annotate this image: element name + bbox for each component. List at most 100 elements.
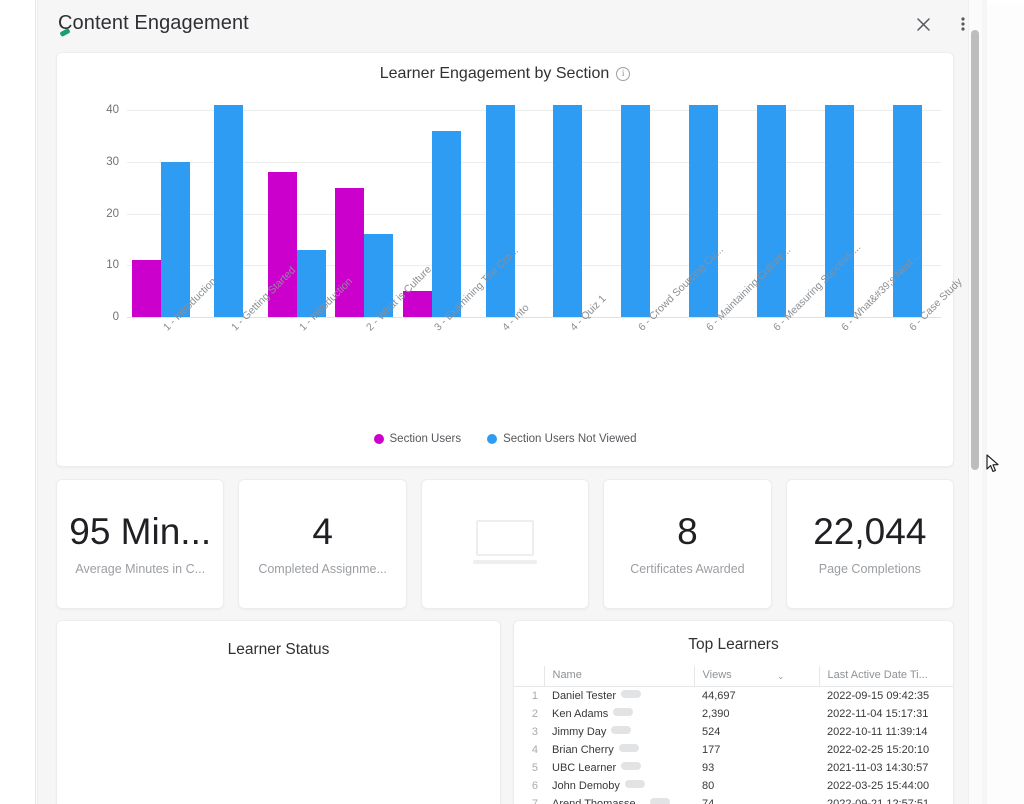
table-header-row: NameViews⌄Last Active Date Ti...	[514, 666, 953, 687]
learner-name: Jimmy Day	[544, 723, 694, 741]
legend-item[interactable]: Section Users	[374, 433, 462, 445]
bar-group	[534, 105, 602, 317]
learner-name: Ken Adams	[544, 705, 694, 723]
x-axis-label-cell: 1 - Getting Started	[195, 321, 263, 431]
x-axis-label-cell: 6 - Measuring Success ...	[737, 321, 805, 431]
last-active-date: 2022-02-25 15:20:10	[819, 741, 953, 759]
last-active-date: 2022-11-04 15:17:31	[819, 705, 953, 723]
kpi-card: 4Completed Assignme...	[238, 479, 406, 609]
x-axis-label-cell: 1 - Introduction	[127, 321, 195, 431]
laptop-icon	[473, 520, 537, 568]
chart-header: Learner Engagement by Section i	[57, 53, 953, 83]
x-axis-label-cell: 4 - Quiz 1	[534, 321, 602, 431]
last-active-date: 2022-10-11 11:39:14	[819, 723, 953, 741]
kpi-label: Certificates Awarded	[630, 562, 744, 576]
table-row[interactable]: 3Jimmy Day5242022-10-11 11:39:14	[514, 723, 953, 741]
views-count: 44,697	[694, 687, 819, 706]
kpi-card: 8 Certificates Awarded	[603, 479, 771, 609]
redacted-email-pill	[619, 744, 639, 752]
chart-title: Learner Engagement by Section	[380, 65, 609, 83]
x-axis-label-cell: 4 - Into	[466, 321, 534, 431]
bar[interactable]	[214, 105, 243, 317]
bar[interactable]	[161, 162, 190, 317]
redacted-email-pill	[613, 708, 633, 716]
kpi-card	[421, 479, 589, 609]
bar-group	[602, 105, 670, 317]
info-icon[interactable]: i	[616, 67, 630, 81]
table-row[interactable]: 7Arend Thomasse...742022-09-21 12:57:51	[514, 795, 953, 804]
redacted-email-pill	[625, 780, 645, 788]
legend-label: Section Users	[390, 433, 462, 445]
learner-name: John Demoby	[544, 777, 694, 795]
redacted-email-pill	[650, 798, 670, 804]
kpi-value: 8	[677, 512, 698, 553]
bar[interactable]	[621, 105, 650, 317]
header-actions	[909, 10, 977, 38]
scrollbar-thumb[interactable]	[971, 30, 979, 470]
close-icon[interactable]	[909, 10, 937, 38]
table-row[interactable]: 2Ken Adams2,3902022-11-04 15:17:31	[514, 705, 953, 723]
bar[interactable]	[132, 260, 161, 317]
views-count: 2,390	[694, 705, 819, 723]
row-index: 1	[514, 687, 544, 706]
column-header[interactable]: Name	[544, 666, 694, 687]
views-count: 80	[694, 777, 819, 795]
last-active-date: 2022-09-21 12:57:51	[819, 795, 953, 804]
table-row[interactable]: 1Daniel Tester44,6972022-09-15 09:42:35	[514, 687, 953, 706]
table-row[interactable]: 5UBC Learner932021-11-03 14:30:57	[514, 759, 953, 777]
bar[interactable]	[432, 131, 461, 317]
x-axis-label-cell: 6 - What&#39;s Next ...	[805, 321, 873, 431]
content-engagement-modal: Content Engagement Learner Engagement by…	[37, 0, 987, 804]
row-index: 4	[514, 741, 544, 759]
mouse-cursor	[986, 454, 1000, 474]
x-axis-label-cell: 1 - Introduction	[263, 321, 331, 431]
views-count: 177	[694, 741, 819, 759]
page-left-gutter	[0, 0, 36, 804]
kpi-value: 22,044	[813, 512, 926, 553]
x-axis-label-cell: 6 - Maintaining Culture...	[670, 321, 738, 431]
kpi-label: Page Completions	[819, 562, 921, 576]
y-axis-tick-label: 10	[106, 259, 119, 271]
last-active-date: 2022-09-15 09:42:35	[819, 687, 953, 706]
bar[interactable]	[893, 105, 922, 317]
column-header[interactable]: Views⌄	[694, 666, 819, 687]
top-learners-title: Top Learners	[514, 621, 953, 654]
legend-item[interactable]: Section Users Not Viewed	[487, 433, 636, 445]
learner-status-title: Learner Status	[57, 621, 500, 659]
bar[interactable]	[825, 105, 854, 317]
kpi-label: Completed Assignme...	[258, 562, 387, 576]
table-row[interactable]: 6John Demoby802022-03-25 15:44:00	[514, 777, 953, 795]
learner-name: Arend Thomasse...	[544, 795, 694, 804]
top-learners-table: NameViews⌄Last Active Date Ti... 1Daniel…	[514, 666, 953, 804]
x-axis-label-cell: 6 - Crowd Sourcing Cu...	[602, 321, 670, 431]
y-axis-tick-label: 0	[113, 311, 119, 323]
views-count: 524	[694, 723, 819, 741]
last-active-date: 2021-11-03 14:30:57	[819, 759, 953, 777]
top-learners-card: Top Learners NameViews⌄Last Active Date …	[513, 620, 954, 804]
bar-group	[127, 105, 195, 317]
legend-label: Section Users Not Viewed	[503, 433, 636, 445]
sort-caret-icon[interactable]: ⌄	[777, 671, 785, 682]
screen: Content Engagement Learner Engagement by…	[0, 0, 1024, 804]
bar[interactable]	[689, 105, 718, 317]
row-index: 3	[514, 723, 544, 741]
table-row[interactable]: 4Brian Cherry1772022-02-25 15:20:10	[514, 741, 953, 759]
chart-plot-area: 010203040 1 - Introduction1 - Getting St…	[57, 93, 953, 448]
legend-swatch	[374, 434, 384, 444]
bar[interactable]	[486, 105, 515, 317]
x-axis-label-cell: 6 - Case Study	[873, 321, 941, 431]
column-header[interactable]	[514, 666, 544, 687]
chart-legend: Section Users Section Users Not Viewed	[57, 433, 953, 445]
column-header[interactable]: Last Active Date Ti...	[819, 666, 953, 687]
x-axis-label-cell: 2 - What is Culture	[330, 321, 398, 431]
bar[interactable]	[553, 105, 582, 317]
table-body: 1Daniel Tester44,6972022-09-15 09:42:352…	[514, 687, 953, 804]
learner-status-card: Learner Status	[56, 620, 501, 804]
x-axis-label-cell: 3 - Examining The Cro...	[398, 321, 466, 431]
kpi-card: 95 Min...Average Minutes in C...	[56, 479, 224, 609]
learner-name: UBC Learner	[544, 759, 694, 777]
legend-swatch	[487, 434, 497, 444]
bar[interactable]	[757, 105, 786, 317]
row-index: 5	[514, 759, 544, 777]
last-active-date: 2022-03-25 15:44:00	[819, 777, 953, 795]
